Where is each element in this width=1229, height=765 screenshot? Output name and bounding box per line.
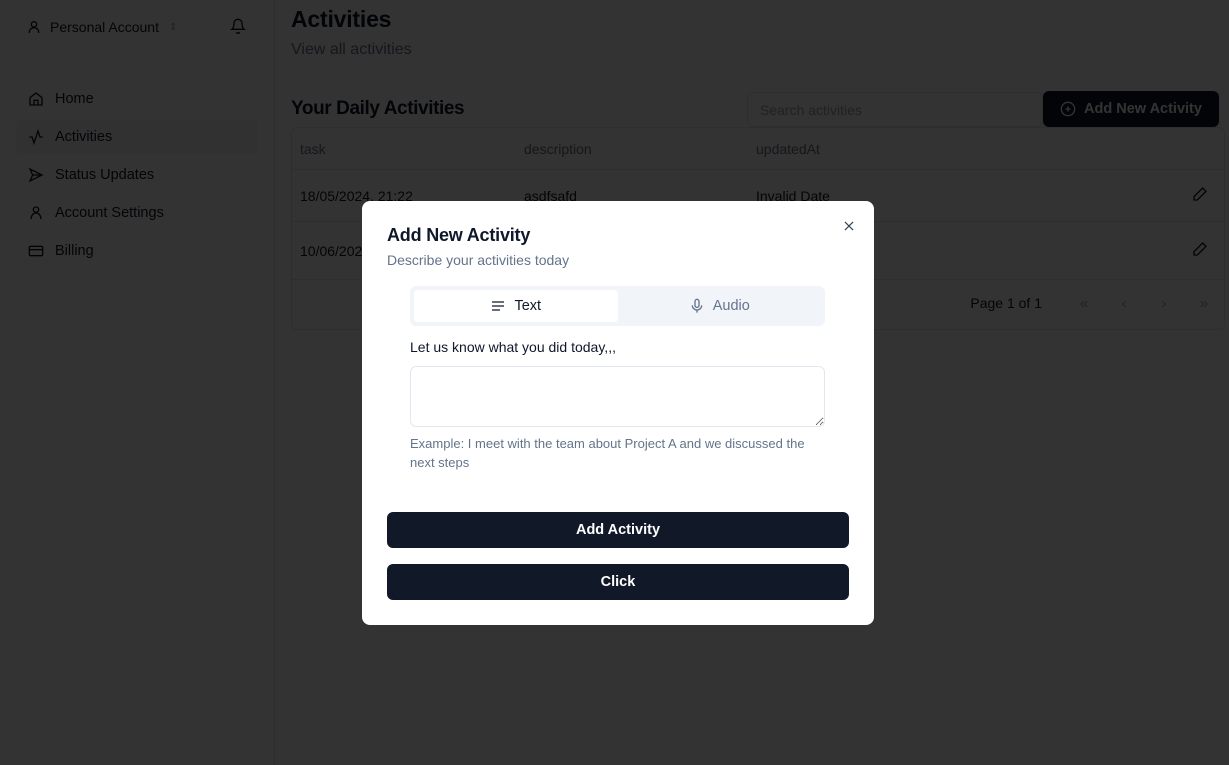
close-icon[interactable] — [842, 219, 856, 233]
input-mode-tabs: Text Audio — [410, 286, 825, 326]
tab-text[interactable]: Text — [414, 290, 618, 322]
add-activity-dialog: Add New Activity Describe your activitie… — [362, 201, 874, 625]
dialog-description: Describe your activities today — [387, 252, 570, 268]
tab-label: Text — [514, 298, 542, 314]
activity-field-label: Let us know what you did today,,, — [410, 339, 616, 355]
add-activity-button[interactable]: Add Activity — [387, 512, 849, 548]
text-align-icon — [490, 298, 506, 314]
dialog-title: Add New Activity — [387, 225, 531, 245]
activity-hint: Example: I meet with the team about Proj… — [410, 436, 805, 470]
tab-audio[interactable]: Audio — [618, 290, 822, 322]
mic-icon — [689, 298, 705, 314]
tab-label: Audio — [712, 298, 750, 314]
click-button[interactable]: Click — [387, 564, 849, 600]
activity-textarea[interactable] — [410, 366, 825, 427]
